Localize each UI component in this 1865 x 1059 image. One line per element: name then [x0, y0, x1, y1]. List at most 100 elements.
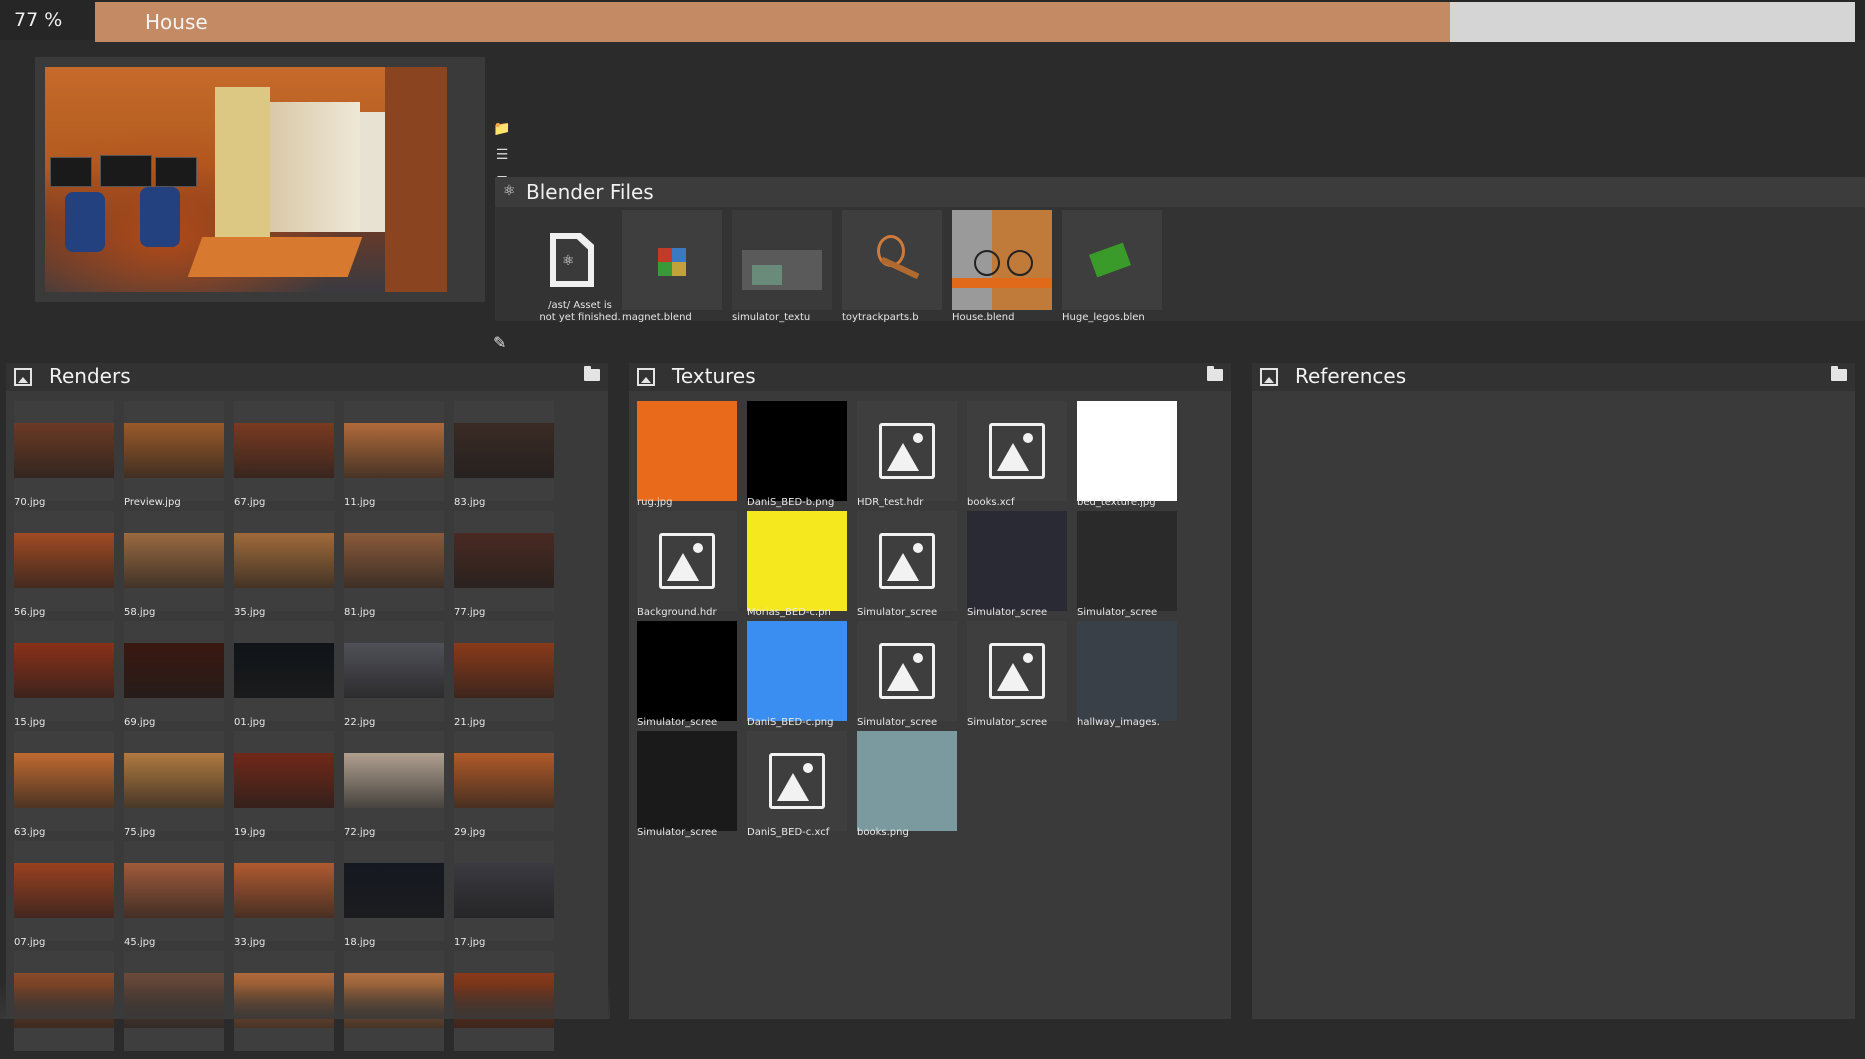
thumbnail-card[interactable]: Simulator_scree [967, 511, 1067, 619]
thumbnail-image[interactable] [14, 731, 114, 831]
thumbnail-image[interactable] [857, 731, 957, 831]
thumbnail-image[interactable] [637, 621, 737, 721]
thumbnail-image[interactable] [234, 621, 334, 721]
thumbnail-image[interactable] [857, 511, 957, 611]
thumbnail-image[interactable] [124, 841, 224, 941]
thumbnail-card[interactable]: 15.jpg [14, 621, 114, 729]
thumbnail-image[interactable] [637, 401, 737, 501]
thumbnail-image[interactable] [234, 841, 334, 941]
thumbnail-image[interactable] [1077, 621, 1177, 721]
thumbnail-card[interactable]: Background.hdr [637, 511, 737, 619]
thumbnail-image[interactable] [124, 621, 224, 721]
folder-icon[interactable] [1831, 366, 1847, 381]
thumbnail-card[interactable]: 63.jpg [14, 731, 114, 839]
thumbnail-image[interactable] [967, 511, 1067, 611]
thumbnail-image[interactable] [1077, 401, 1177, 501]
thumbnail-card[interactable]: 70.jpg [14, 401, 114, 509]
thumbnail-card[interactable]: 19.jpg [234, 731, 334, 839]
thumbnail-image[interactable] [747, 511, 847, 611]
thumbnail-card[interactable]: Simulator_scree [637, 731, 737, 839]
thumbnail-image[interactable] [857, 621, 957, 721]
thumbnail-card[interactable]: 67.jpg [234, 401, 334, 509]
thumbnail-card[interactable]: 77.jpg [454, 511, 554, 619]
thumbnail-card[interactable]: Simulator_scree [1077, 511, 1177, 619]
thumbnail-card[interactable]: Simulator_scree [967, 621, 1067, 729]
thumbnail-image[interactable] [14, 401, 114, 501]
thumbnail-card[interactable]: DaniS_BED-b.png [747, 401, 847, 509]
thumbnail-card[interactable]: 45.jpg [124, 841, 224, 949]
thumbnail-card[interactable]: hallway_images. [1077, 621, 1177, 729]
thumbnail-card[interactable]: HDR_test.hdr [857, 401, 957, 509]
thumbnail-card[interactable]: 07.jpg [14, 841, 114, 949]
thumbnail-card[interactable]: 01.jpg [234, 621, 334, 729]
thumbnail-image[interactable] [454, 401, 554, 501]
blend-file-thumbnail[interactable] [732, 210, 832, 310]
blend-file-card[interactable]: toytrackparts.b [842, 210, 942, 323]
blend-file-card[interactable]: simulator_textu [732, 210, 832, 323]
thumbnail-card[interactable]: 33.jpg [234, 841, 334, 949]
thumbnail-image[interactable] [344, 511, 444, 611]
thumbnail-image[interactable] [234, 401, 334, 501]
thumbnail-card[interactable]: 58.jpg [124, 511, 224, 619]
thumbnail-image[interactable] [14, 841, 114, 941]
thumbnail-image[interactable] [234, 731, 334, 831]
blend-file-thumbnail[interactable] [952, 210, 1052, 310]
pencil-icon[interactable]: ✎ [493, 333, 506, 352]
thumbnail-image[interactable] [124, 731, 224, 831]
thumbnail-card[interactable]: 81.jpg [344, 511, 444, 619]
thumbnail-card[interactable]: 75.jpg [124, 731, 224, 839]
thumbnail-image[interactable] [344, 841, 444, 941]
thumbnail-image[interactable] [1077, 511, 1177, 611]
blend-file-thumbnail[interactable] [622, 210, 722, 310]
thumbnail-image[interactable] [454, 841, 554, 941]
thumbnail-image[interactable] [747, 401, 847, 501]
blend-file-card[interactable]: House.blend [952, 210, 1052, 323]
thumbnail-image[interactable] [14, 621, 114, 721]
thumbnail-card[interactable]: 11.jpg [344, 401, 444, 509]
thumbnail-card[interactable]: DaniS_BED-c.png [747, 621, 847, 729]
thumbnail-card[interactable]: Simulator_scree [857, 511, 957, 619]
thumbnail-card[interactable]: 29.jpg [454, 731, 554, 839]
thumbnail-image[interactable] [637, 731, 737, 831]
blend-file-thumbnail[interactable] [842, 210, 942, 310]
thumbnail-image[interactable] [454, 731, 554, 831]
folder-icon[interactable] [584, 366, 600, 381]
blend-file-card[interactable]: Huge_legos.blen [1062, 210, 1162, 323]
thumbnail-image[interactable] [637, 511, 737, 611]
thumbnail-card[interactable]: Simulator_scree [637, 621, 737, 729]
tree-icon[interactable]: ☰ [493, 146, 511, 164]
thumbnail-card[interactable]: 72.jpg [344, 731, 444, 839]
thumbnail-card[interactable]: DaniS_BED-c.xcf [747, 731, 847, 839]
thumbnail-image[interactable] [234, 511, 334, 611]
thumbnail-image[interactable] [857, 401, 957, 501]
folder-icon[interactable]: 📁 [493, 120, 511, 138]
thumbnail-card[interactable]: 18.jpg [344, 841, 444, 949]
thumbnail-card[interactable]: books.xcf [967, 401, 1067, 509]
thumbnail-card[interactable]: bed_texture.jpg [1077, 401, 1177, 509]
thumbnail-image[interactable] [747, 731, 847, 831]
thumbnail-card[interactable]: rug.jpg [637, 401, 737, 509]
thumbnail-card[interactable]: Preview.jpg [124, 401, 224, 509]
thumbnail-card[interactable]: Morias_BED-c.pn [747, 511, 847, 619]
asset-preview-image[interactable] [45, 67, 447, 292]
thumbnail-card[interactable]: 83.jpg [454, 401, 554, 509]
thumbnail-image[interactable] [967, 621, 1067, 721]
thumbnail-card[interactable]: 17.jpg [454, 841, 554, 949]
thumbnail-image[interactable] [454, 511, 554, 611]
blend-file-thumbnail[interactable] [1062, 210, 1162, 310]
blend-file-card[interactable]: magnet.blend [622, 210, 722, 323]
thumbnail-card[interactable]: 69.jpg [124, 621, 224, 729]
thumbnail-image[interactable] [14, 511, 114, 611]
thumbnail-image[interactable] [124, 401, 224, 501]
thumbnail-image[interactable] [454, 621, 554, 721]
thumbnail-card[interactable]: books.png [857, 731, 957, 839]
thumbnail-image[interactable] [344, 621, 444, 721]
thumbnail-image[interactable] [344, 731, 444, 831]
thumbnail-card[interactable]: 22.jpg [344, 621, 444, 729]
thumbnail-card[interactable]: 35.jpg [234, 511, 334, 619]
thumbnail-image[interactable] [124, 511, 224, 611]
thumbnail-card[interactable]: 56.jpg [14, 511, 114, 619]
folder-icon[interactable] [1207, 366, 1223, 381]
thumbnail-image[interactable] [967, 401, 1067, 501]
thumbnail-image[interactable] [747, 621, 847, 721]
